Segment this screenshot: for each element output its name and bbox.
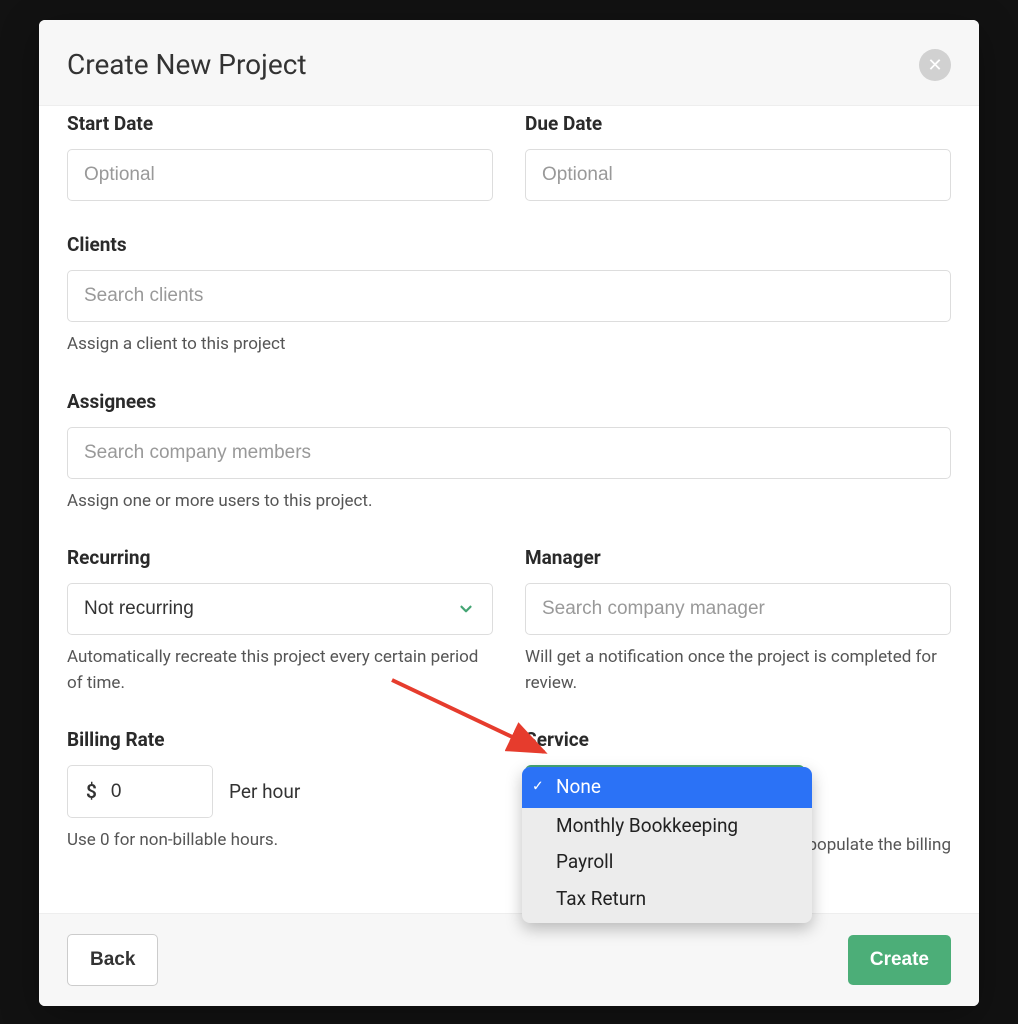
- billing-rate-input[interactable]: [109, 767, 212, 817]
- recurring-field-group: Recurring Not recurring Automatically re…: [67, 546, 493, 696]
- service-dropdown-menu: ✓ None Monthly Bookkeeping Payroll Tax R…: [522, 767, 812, 923]
- modal-footer: Back Create: [39, 913, 979, 1006]
- modal-body: Start Date Due Date Clients Assign a cli…: [39, 106, 979, 883]
- recurring-help: Automatically recreate this project ever…: [67, 645, 493, 696]
- due-date-label: Due Date: [525, 112, 951, 135]
- close-button[interactable]: ✕: [919, 49, 951, 81]
- service-option-payroll[interactable]: Payroll: [522, 844, 812, 881]
- billing-rate-unit: Per hour: [229, 780, 300, 803]
- clients-label: Clients: [67, 233, 951, 256]
- start-date-label: Start Date: [67, 112, 493, 135]
- assignees-input[interactable]: [67, 427, 951, 479]
- create-project-modal: Create New Project ✕ Start Date Due Date…: [39, 20, 979, 1006]
- modal-header: Create New Project ✕: [39, 20, 979, 106]
- recurring-label: Recurring: [67, 546, 493, 569]
- back-button[interactable]: Back: [67, 934, 158, 986]
- billing-rate-help: Use 0 for non-billable hours.: [67, 828, 493, 854]
- service-label: Service: [525, 728, 951, 751]
- create-button[interactable]: Create: [848, 935, 951, 985]
- start-date-input[interactable]: [67, 149, 493, 201]
- assignees-label: Assignees: [67, 390, 951, 413]
- assignees-help: Assign one or more users to this project…: [67, 489, 951, 515]
- due-date-input[interactable]: [525, 149, 951, 201]
- service-option-label: Tax Return: [556, 887, 646, 910]
- modal-overlay: Create New Project ✕ Start Date Due Date…: [0, 0, 1018, 1024]
- check-icon: ✓: [532, 777, 544, 798]
- billing-rate-field-group: Billing Rate $ Per hour Use 0 for non-bi…: [67, 728, 493, 859]
- clients-help: Assign a client to this project: [67, 332, 951, 358]
- service-option-monthly-bookkeeping[interactable]: Monthly Bookkeeping: [522, 808, 812, 845]
- service-option-tax-return[interactable]: Tax Return: [522, 881, 812, 918]
- billing-rate-input-wrapper: $: [67, 765, 213, 818]
- manager-label: Manager: [525, 546, 951, 569]
- clients-input[interactable]: [67, 270, 951, 322]
- clients-field-group: Clients Assign a client to this project: [67, 233, 951, 358]
- currency-symbol: $: [68, 766, 109, 817]
- billing-rate-label: Billing Rate: [67, 728, 493, 751]
- modal-title: Create New Project: [67, 48, 307, 81]
- service-option-label: Monthly Bookkeeping: [556, 814, 738, 837]
- close-icon: ✕: [927, 56, 942, 74]
- assignees-field-group: Assignees Assign one or more users to th…: [67, 390, 951, 515]
- due-date-field-group: Due Date: [525, 118, 951, 201]
- start-date-field-group: Start Date: [67, 118, 493, 201]
- recurring-select[interactable]: Not recurring: [67, 583, 493, 635]
- service-option-label: None: [556, 775, 601, 798]
- manager-input[interactable]: [525, 583, 951, 635]
- manager-help: Will get a notification once the project…: [525, 645, 951, 696]
- manager-field-group: Manager Will get a notification once the…: [525, 546, 951, 696]
- service-option-label: Payroll: [556, 850, 613, 873]
- service-option-none[interactable]: ✓ None: [522, 767, 812, 808]
- service-field-group: Service ✓ None Monthly Bookkeeping: [525, 728, 951, 859]
